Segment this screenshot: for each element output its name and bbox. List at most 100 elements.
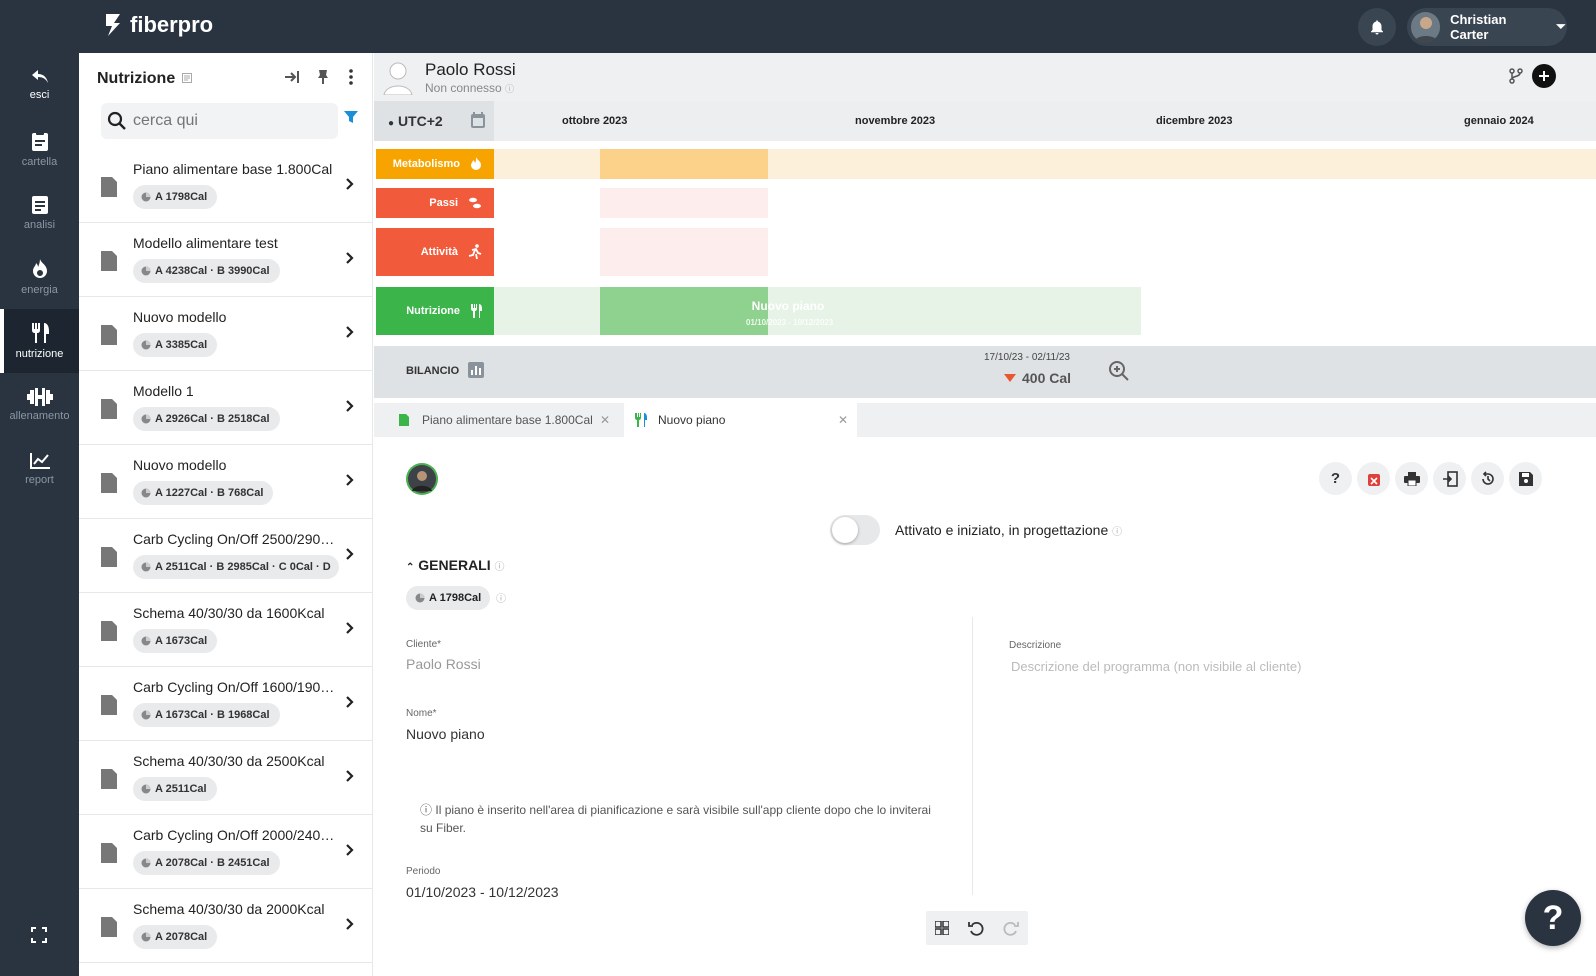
chevron-right-icon	[346, 770, 354, 782]
row-nutrizione[interactable]: Nutrizione	[376, 287, 494, 335]
balance-chart-button[interactable]	[468, 362, 484, 383]
add-button[interactable]	[1532, 64, 1556, 88]
pin-button[interactable]	[317, 69, 329, 90]
history-button[interactable]	[1471, 462, 1504, 495]
name-input[interactable]: Nuovo piano	[406, 726, 485, 742]
expand-icon	[31, 927, 47, 943]
branch-button[interactable]	[1509, 68, 1523, 89]
calories-badge: A 2078Cal	[133, 925, 218, 949]
filter-button[interactable]	[344, 110, 358, 129]
nav-report[interactable]: report	[0, 437, 79, 501]
tab-piano-base[interactable]: Piano alimentare base 1.800Cal ✕	[398, 403, 622, 437]
document-icon	[101, 325, 117, 345]
description-label: Descrizione	[1009, 640, 1062, 651]
close-tab-icon[interactable]: ✕	[600, 413, 610, 427]
list-item[interactable]: Piano alimentare base 1.800Cal A 1798Cal	[79, 149, 373, 223]
description-input[interactable]: Descrizione del programma (non visibile …	[1011, 659, 1301, 674]
question-icon: ?	[1330, 470, 1341, 487]
document-icon	[101, 917, 117, 937]
info-icon: ⓘ	[1112, 527, 1123, 538]
fullscreen-button[interactable]	[31, 927, 47, 948]
list-item[interactable]: Carb Cycling On/Off 2500/2900Kcal A 2511C…	[79, 519, 373, 593]
user-menu[interactable]: Christian Carter	[1407, 8, 1567, 46]
row-attivita[interactable]: Attività	[376, 228, 494, 276]
patient-avatar-icon	[383, 62, 413, 95]
nav-analisi[interactable]: analisi	[0, 181, 79, 245]
steps-bar[interactable]	[600, 188, 768, 218]
document-icon	[101, 547, 117, 567]
months-strip	[494, 101, 1596, 141]
redo-icon[interactable]	[1003, 920, 1019, 936]
calories-badge: A 4238Cal · B 3990Cal	[133, 259, 280, 283]
timezone: ● UTC+2	[388, 113, 443, 129]
bar-chart-icon	[468, 362, 484, 378]
delete-calendar-button[interactable]	[1357, 462, 1390, 495]
print-button[interactable]	[1395, 462, 1428, 495]
help-button[interactable]: ?	[1319, 462, 1352, 495]
nutrition-panel: Nutrizione Piano alimentare base 1.800Ca…	[79, 53, 373, 976]
list-item[interactable]: Carb Cycling On/Off 2000/2400Kcal A 2078C…	[79, 815, 373, 889]
list-item[interactable]: Schema 40/30/30 da 2500Kcal A 2511Cal	[79, 741, 373, 815]
search-input[interactable]	[133, 112, 323, 130]
save-icon	[1518, 471, 1533, 486]
printer-icon	[1403, 471, 1420, 486]
list-item[interactable]: Schema 40/30/30 da 1600Kcal A 1673Cal	[79, 593, 373, 667]
nav-esci[interactable]: esci	[0, 53, 79, 117]
month-label: gennaio 2024	[1464, 115, 1534, 127]
chevron-right-icon	[346, 622, 354, 634]
chevron-right-icon	[346, 696, 354, 708]
nutrition-bar-active[interactable]	[600, 287, 768, 335]
close-tab-icon[interactable]: ✕	[838, 413, 848, 427]
row-passi[interactable]: Passi	[376, 188, 494, 218]
clock-icon: ●	[388, 118, 395, 129]
status-toggle[interactable]	[830, 515, 880, 545]
flame-icon	[32, 259, 47, 278]
activity-bar[interactable]	[600, 228, 768, 276]
nav-cartella[interactable]: cartella	[0, 117, 79, 181]
calendar-button[interactable]	[470, 111, 486, 134]
list-item[interactable]: Modello alimentare test A 4238Cal · B 399…	[79, 223, 373, 297]
zoom-in-button[interactable]	[1108, 360, 1130, 387]
notifications-button[interactable]	[1358, 8, 1396, 46]
list-item-name: Modello 1	[133, 383, 194, 399]
list-item-name: Carb Cycling On/Off 2500/2900Kcal	[133, 531, 338, 547]
save-button[interactable]	[1509, 462, 1542, 495]
export-button[interactable]	[1433, 462, 1466, 495]
undo-icon[interactable]	[968, 920, 984, 936]
floating-toolbar	[926, 911, 1028, 945]
timeline-header: ● UTC+2 ottobre 2023 novembre 2023 dicem…	[374, 101, 1596, 141]
document-icon	[101, 177, 117, 197]
arrow-right-bar-icon	[285, 71, 299, 83]
period-input[interactable]: 01/10/2023 - 10/12/2023	[406, 884, 559, 900]
list-item-name: Piano alimentare base 1.800Cal	[133, 161, 333, 177]
nav-allenamento[interactable]: allenamento	[0, 373, 79, 437]
tab-nuovo-piano[interactable]: Nuovo piano ✕	[624, 403, 857, 437]
list-item[interactable]: Modello 1 A 2926Cal · B 2518Cal	[79, 371, 373, 445]
section-generali[interactable]: ⌃ GENERALI ⓘ	[406, 557, 505, 573]
list-item[interactable]: Carb Cycling On/Off 1600/1900Kcal A 1673C…	[79, 667, 373, 741]
metabolism-bar[interactable]	[600, 149, 768, 179]
row-metabolismo[interactable]: Metabolismo	[376, 149, 494, 179]
document-icon	[101, 251, 117, 271]
grid-icon[interactable]	[935, 921, 950, 935]
plus-icon	[1539, 71, 1549, 81]
nav-nutrizione[interactable]: nutrizione	[0, 309, 79, 373]
chevron-right-icon	[346, 400, 354, 412]
list-item[interactable]: Nuovo modello A 3385Cal	[79, 297, 373, 371]
collapse-panel-button[interactable]	[284, 70, 300, 89]
kebab-menu-icon	[349, 69, 353, 85]
list-item[interactable]: Nuovo modello A 1227Cal · B 768Cal	[79, 445, 373, 519]
balance-bar: BILANCIO 17/10/23 - 02/11/23 400 Cal	[374, 346, 1596, 398]
help-chat-button[interactable]: ?	[1525, 890, 1581, 946]
calories-badge: A 3385Cal	[133, 333, 218, 357]
arrow-down-icon	[1004, 374, 1016, 382]
list-item[interactable]: Schema 40/30/30 da 2000Kcal A 2078Cal	[79, 889, 373, 963]
calories-badge: A 2511Cal	[133, 777, 217, 801]
pie-icon	[141, 858, 151, 868]
more-options-button[interactable]	[349, 69, 353, 90]
note-icon	[181, 73, 192, 83]
list-item-name: Carb Cycling On/Off 2000/2400Kcal	[133, 827, 338, 843]
logo[interactable]: fiberpro	[104, 12, 213, 38]
nav-energia[interactable]: energia	[0, 245, 79, 309]
status-text: Attivato e iniziato, in progettazione ⓘ	[895, 522, 1123, 538]
